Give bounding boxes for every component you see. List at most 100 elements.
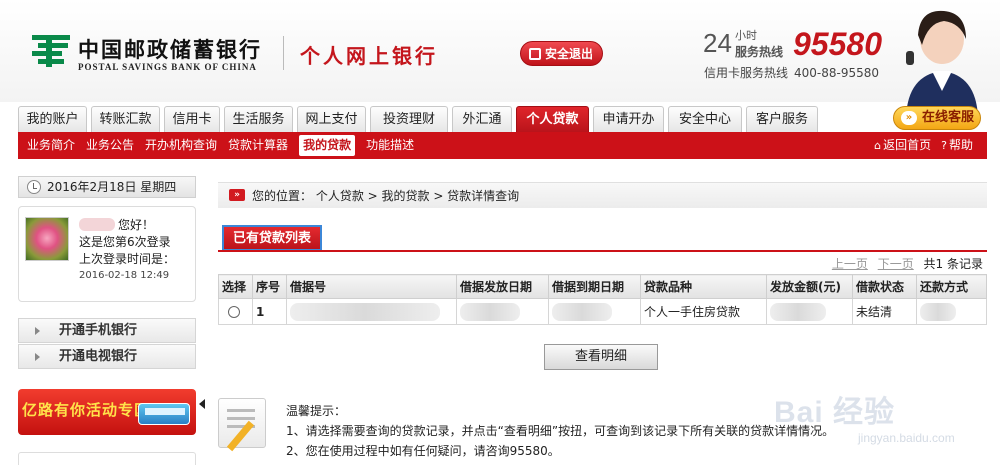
subnav-business-intro[interactable]: 业务简介: [27, 132, 75, 159]
redacted-value: [770, 302, 826, 321]
logo-divider: [283, 36, 284, 70]
redacted-value: [460, 302, 520, 321]
triangle-right-icon: [35, 353, 40, 361]
last-login-time: 2016-02-18 12:49: [79, 270, 170, 281]
return-home-label: 返回首页: [883, 138, 932, 152]
help-label: 帮助: [948, 138, 973, 152]
cell-issue-date: [456, 298, 549, 325]
subnav-my-loans[interactable]: 我的贷款: [299, 135, 356, 156]
avatar: [25, 217, 69, 261]
promo-text: 亿路有你活动专区: [22, 401, 151, 419]
collapse-arrow-icon[interactable]: [199, 399, 205, 409]
site-name: 个人网上银行: [300, 44, 438, 68]
tab-customer-service[interactable]: 客户服务: [746, 106, 818, 132]
subnav-branch-query[interactable]: 开办机构查询: [145, 132, 217, 159]
table-header-row: 选择 序号 借据号 借据发放日期 借据到期日期 贷款品种 发放金额(元) 借款状…: [218, 274, 987, 299]
cell-repayment: [916, 298, 987, 325]
subnav-loan-calculator[interactable]: 贷款计算器: [228, 132, 288, 159]
bank-name-cn: 中国邮政储蓄银行: [78, 37, 262, 62]
greeting-text: 您好！: [118, 218, 155, 232]
tab-personal-loan[interactable]: 个人贷款: [516, 106, 589, 133]
tab-forex[interactable]: 外汇通: [452, 106, 512, 132]
tab-transfer[interactable]: 转账汇款: [91, 106, 160, 132]
redacted-value: [552, 302, 612, 321]
card-hotline-label: 信用卡服务热线: [704, 66, 789, 80]
watermark-text: Bai 经验: [774, 396, 896, 429]
online-service-button[interactable]: » 在线客服: [893, 106, 981, 130]
card-hotline-number: 400-88-95580: [794, 66, 880, 80]
help-link[interactable]: ? 帮助: [941, 132, 973, 159]
tips-title: 温馨提示：: [286, 404, 347, 418]
customer-service-agent-image: [906, 10, 978, 117]
col-loan-type: 贷款品种: [640, 274, 767, 299]
prev-page-link[interactable]: 上一页: [832, 257, 868, 271]
cell-index: 1: [252, 298, 287, 325]
bus-icon: [138, 403, 190, 425]
cell-loan-type: 个人一手住房贷款: [640, 298, 767, 325]
cell-due-date: [548, 298, 641, 325]
promo-banner[interactable]: 亿路有你活动专区: [18, 389, 196, 435]
help-icon: ?: [941, 139, 947, 152]
tab-credit-card[interactable]: 信用卡: [164, 106, 220, 132]
tab-loan-list[interactable]: 已有贷款列表: [222, 225, 322, 251]
menu-label: 开通电视银行: [59, 349, 138, 364]
col-status: 借款状态: [852, 274, 917, 299]
col-issue-date: 借据发放日期: [456, 274, 549, 299]
hotline-24: 24: [703, 28, 732, 58]
hotline-label-top: 小时: [735, 29, 757, 42]
loan-table: 选择 序号 借据号 借据发放日期 借据到期日期 贷款品种 发放金额(元) 借款状…: [218, 274, 987, 325]
cell-receipt-no: [286, 298, 457, 325]
open-tv-banking-link[interactable]: 开通电视银行: [18, 344, 196, 369]
double-arrow-icon: »: [229, 189, 245, 201]
logout-label: 安全退出: [545, 47, 594, 61]
open-mobile-banking-link[interactable]: 开通手机银行: [18, 318, 196, 343]
tab-apply[interactable]: 申请开办: [593, 106, 664, 132]
clock-icon: [27, 180, 41, 194]
greeting: 您好！: [79, 216, 154, 233]
subnav-function-description[interactable]: 功能描述: [366, 132, 414, 159]
page-header: 中国邮政储蓄银行 POSTAL SAVINGS BANK OF CHINA 个人…: [0, 0, 1000, 130]
col-due-date: 借据到期日期: [548, 274, 641, 299]
view-detail-button[interactable]: 查看明细: [544, 344, 658, 370]
cell-status: 未结清: [852, 298, 917, 325]
exit-icon: [529, 48, 541, 60]
tab-security-center[interactable]: 安全中心: [668, 106, 742, 132]
date-bar: 2016年2月18日 星期四: [18, 176, 196, 198]
cell-amount: [766, 298, 853, 325]
subnav-announcements[interactable]: 业务公告: [86, 132, 134, 159]
breadcrumb-text: 您的位置： 个人贷款 > 我的贷款 > 贷款详情查询: [252, 189, 520, 203]
home-icon: ⌂: [874, 139, 882, 152]
tab-life-services[interactable]: 生活服务: [224, 106, 293, 132]
return-home-link[interactable]: ⌂ 返回首页: [874, 132, 931, 159]
tab-online-payment[interactable]: 网上支付: [297, 106, 366, 132]
tip-line-2: 2、您在使用过程中如有任何疑问，请咨询95580。: [286, 444, 560, 458]
redacted-username: [79, 218, 115, 231]
triangle-right-icon: [35, 327, 40, 335]
user-info-box: 您好！ 这是您第6次登录 上次登录时间是： 2016-02-18 12:49: [18, 206, 196, 302]
logout-button[interactable]: 安全退出: [520, 41, 603, 66]
record-count: 共1 条记录: [923, 257, 983, 271]
col-select: 选择: [218, 274, 253, 299]
sub-navigation: 业务简介 业务公告 开办机构查询 贷款计算器 我的贷款 功能描述 ⌂ 返回首页 ?…: [18, 132, 987, 159]
col-receipt-no: 借据号: [286, 274, 457, 299]
current-date: 2016年2月18日 星期四: [47, 180, 177, 194]
table-row[interactable]: 1 个人一手住房贷款 未结清: [218, 298, 987, 325]
bank-name-en: POSTAL SAVINGS BANK OF CHINA: [78, 62, 257, 72]
next-page-link[interactable]: 下一页: [878, 257, 914, 271]
hotline-label-bottom: 服务热线: [735, 45, 784, 59]
login-count: 这是您第6次登录: [79, 235, 171, 249]
tab-underline: [218, 250, 987, 252]
col-repayment: 还款方式: [916, 274, 987, 299]
cell-select[interactable]: [218, 298, 253, 325]
watermark-url: jingyan.baidu.com: [858, 431, 955, 445]
row-radio[interactable]: [228, 306, 240, 318]
left-panel: 2016年2月18日 星期四 您好！ 这是您第6次登录 上次登录时间是： 201…: [18, 168, 205, 465]
tab-investment[interactable]: 投资理财: [370, 106, 448, 132]
double-arrow-icon: »: [901, 111, 917, 125]
breadcrumb: » 您的位置： 个人贷款 > 我的贷款 > 贷款详情查询: [218, 182, 987, 208]
redacted-value: [920, 302, 956, 321]
note-pencil-icon: [218, 398, 266, 448]
tab-my-account[interactable]: 我的账户: [18, 106, 87, 132]
tip-line-1: 1、请选择需要查询的贷款记录，并点击“查看明细”按扭，可查询到该记录下所有关联的…: [286, 424, 835, 438]
left-bottom-box: [18, 452, 196, 465]
